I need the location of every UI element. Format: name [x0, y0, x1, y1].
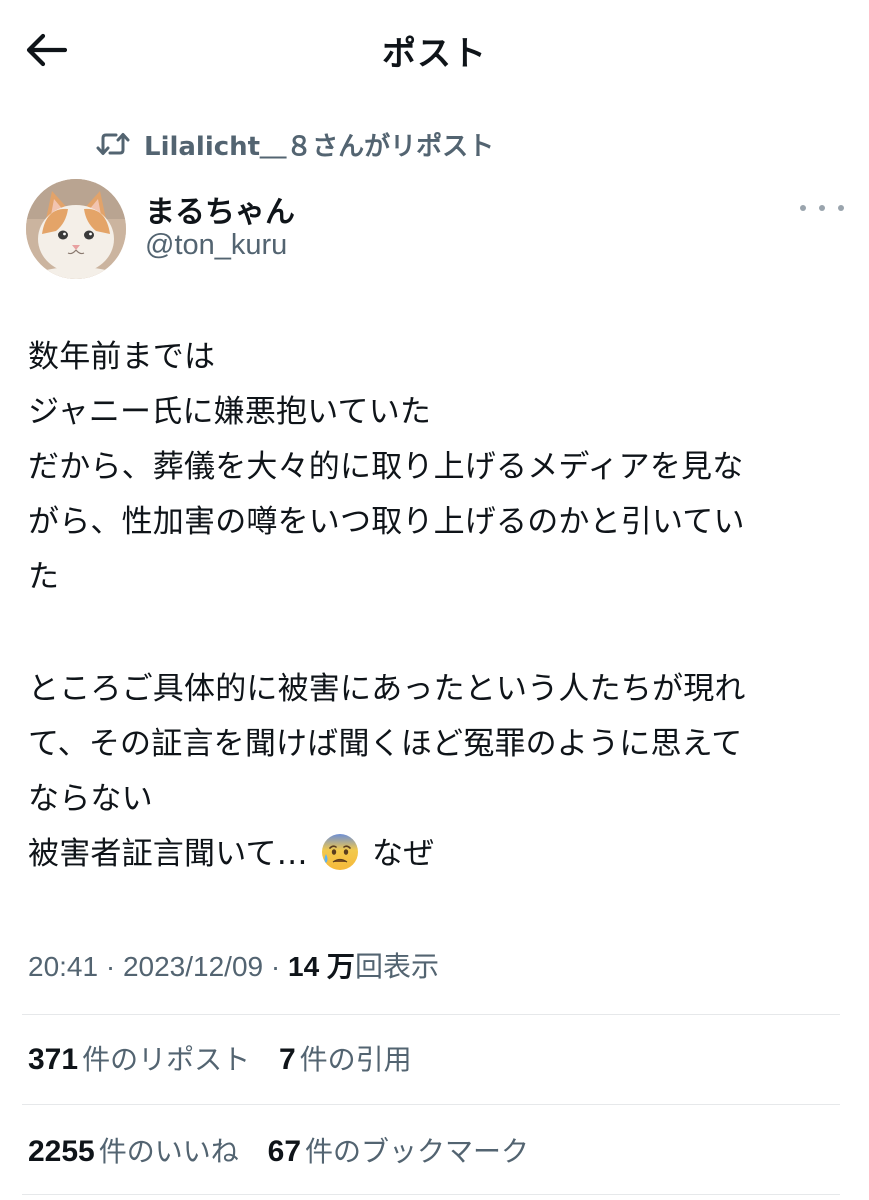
- post-line: ところご具体的に被害にあったという人たちが現れ: [28, 671, 746, 707]
- post-last-text: なぜ: [372, 836, 435, 872]
- post-meta: 20:41 · 2023/12/09 · 14 万回表示: [28, 945, 439, 985]
- post-line: ならない: [28, 781, 153, 817]
- post-line: がら、性加害の噂をいつ取り上げるのかと引いてい: [28, 504, 745, 540]
- more-dot-icon: [800, 205, 806, 211]
- likes-stat[interactable]: 2255 件のいいね: [28, 1130, 239, 1170]
- more-dot-icon: [819, 205, 825, 211]
- bookmarks-label: 件のブックマーク: [305, 1135, 530, 1168]
- reposts-label: 件のリポスト: [82, 1043, 251, 1076]
- bookmarks-stat[interactable]: 67 件のブックマーク: [268, 1130, 529, 1170]
- post-line-last: 被害者証言聞いて… なぜ: [28, 827, 848, 882]
- views-label: 回表示: [354, 951, 439, 982]
- post-line: て、その証言を聞けば聞くほど冤罪のように思えて: [28, 726, 743, 762]
- meta-separator: ·: [105, 951, 116, 982]
- repost-icon: [96, 129, 130, 159]
- stats-row-engagement: 371 件のリポスト 7 件の引用: [28, 1038, 432, 1078]
- repost-indicator[interactable]: Lilalicht＿８さんがリポスト: [96, 124, 494, 164]
- post-line-blank: [28, 605, 848, 662]
- anxious-face-with-sweat-icon: [321, 834, 358, 870]
- author-handle[interactable]: @ton_kuru: [145, 229, 287, 262]
- post-date[interactable]: 2023/12/09: [123, 951, 263, 982]
- top-bar: ポスト: [0, 0, 869, 100]
- post-text: 数年前までは ジャニー氏に嫌悪抱いていた だから、葬儀を大々的に取り上げるメディ…: [28, 330, 848, 882]
- post-time[interactable]: 20:41: [28, 951, 98, 982]
- repost-text: Lilalicht＿８さんがリポスト: [144, 131, 495, 162]
- divider: [22, 1104, 840, 1105]
- reposts-count: 371: [28, 1043, 79, 1076]
- likes-count: 2255: [28, 1135, 95, 1168]
- cat-avatar-image: [26, 179, 126, 279]
- divider: [22, 1014, 840, 1015]
- more-options-button[interactable]: [800, 194, 844, 222]
- quotes-count: 7: [278, 1043, 296, 1076]
- more-dot-icon: [838, 205, 844, 211]
- quotes-stat[interactable]: 7 件の引用: [279, 1038, 412, 1078]
- stats-row-likes: 2255 件のいいね 67 件のブックマーク: [28, 1130, 549, 1170]
- post-line: 数年前までは: [28, 339, 216, 375]
- reposts-stat[interactable]: 371 件のリポスト: [28, 1038, 250, 1078]
- post-line: だから、葬儀を大々的に取り上げるメディアを見な: [28, 449, 744, 485]
- page-title: ポスト: [382, 34, 487, 74]
- bookmarks-count: 67: [267, 1135, 302, 1168]
- author-display-name[interactable]: まるちゃん: [145, 187, 295, 231]
- divider: [22, 1194, 840, 1195]
- meta-separator: ·: [270, 951, 281, 982]
- post-line: た: [28, 559, 60, 595]
- post-last-text: 被害者証言聞いて…: [28, 836, 308, 872]
- views-count: 14 万: [288, 951, 355, 982]
- post-line: ジャニー氏に嫌悪抱いていた: [28, 394, 432, 430]
- quotes-label: 件の引用: [299, 1043, 412, 1076]
- avatar[interactable]: [26, 179, 126, 279]
- likes-label: 件のいいね: [98, 1135, 239, 1168]
